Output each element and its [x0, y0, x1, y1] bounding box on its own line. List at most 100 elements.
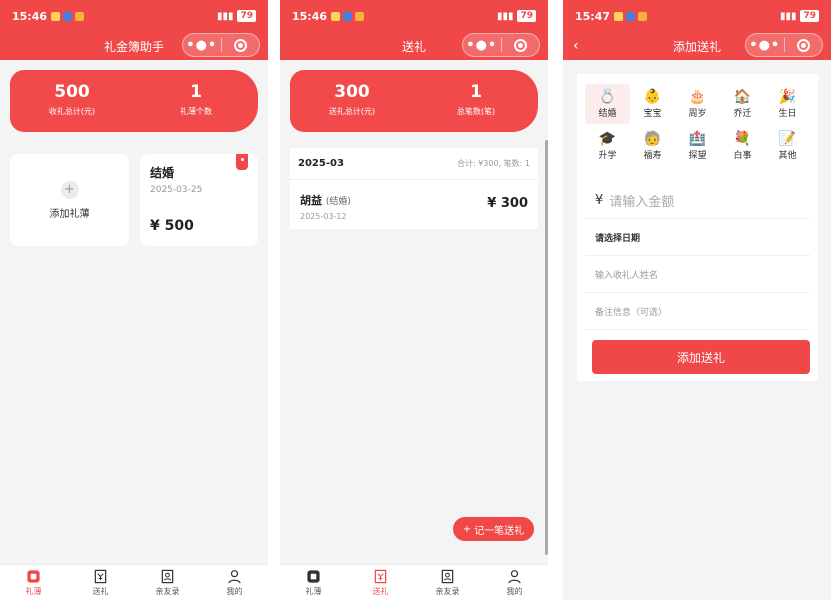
notification-icon: [343, 11, 353, 21]
date-label: 请选择日期: [595, 233, 641, 244]
submit-label: 添加送礼: [676, 350, 725, 365]
category-hospital[interactable]: 🏥 探望: [675, 126, 720, 166]
amount-input[interactable]: ¥ 请输入金额: [585, 182, 810, 219]
notification-icon: [614, 11, 624, 21]
status-time: 15:46: [12, 9, 48, 23]
elder-icon: 🧓: [643, 131, 662, 147]
category-label: 结婚: [598, 109, 617, 119]
flower-icon: 💐: [733, 131, 752, 147]
tab-profile[interactable]: 我的: [481, 565, 548, 600]
contacts-icon: [161, 569, 174, 584]
record-count-label: 总笔数(笔): [456, 107, 496, 116]
book-count-label: 礼薄个数: [180, 107, 212, 116]
status-bar: 15:47 ▮▮▮ 79: [563, 0, 831, 32]
target-icon: [233, 38, 247, 52]
category-label: 周岁: [688, 109, 707, 119]
category-party[interactable]: 🎉 生日: [765, 84, 810, 124]
add-gift-form: 💍 结婚 👶 宝宝 🎂 周岁 🏠 乔迁 🎉 生日 🎓 升学 🧓 福寿 🏥 探望 💐 白事 📝 其他 ¥ 请输入金额 请…: [577, 74, 818, 381]
month-header: 2025-03 合计: ¥300, 笔数: 1: [290, 148, 538, 180]
category-label: 升学: [598, 151, 617, 161]
received-total-label: 收礼总计(元): [48, 107, 96, 116]
category-graduation-cap[interactable]: 🎓 升学: [585, 126, 630, 166]
ring-icon: 💍: [598, 89, 617, 105]
screen-sent-gifts: 15:46 ▮▮▮ 79 送礼 •●• 300 送礼总计(元) 1 总笔数(笔)…: [280, 0, 548, 600]
mini-program-capsule: •●•: [462, 33, 540, 57]
sent-total-stat: 300 送礼总计(元): [290, 70, 414, 132]
tab-bar: 礼薄 送礼 亲友录 我的: [280, 564, 548, 600]
signal-icon: ▮▮▮: [496, 10, 514, 22]
status-time: 15:46: [292, 9, 328, 23]
target-icon: [513, 38, 527, 52]
add-sent-gift-button[interactable]: + 记一笔送礼: [453, 517, 534, 541]
recipient-name-input[interactable]: 输入收礼人姓名: [585, 256, 810, 293]
tab-gifts[interactable]: 送礼: [67, 565, 134, 600]
category-label: 白事: [733, 151, 752, 161]
contacts-icon: [441, 569, 454, 584]
hospital-icon: 🏥: [688, 131, 707, 147]
party-icon: 🎉: [778, 89, 797, 105]
more-icon[interactable]: •●•: [183, 38, 221, 53]
user-icon: [508, 570, 521, 584]
nav-bar: 礼金簿助手 •●•: [0, 32, 268, 60]
list-item[interactable]: 胡益 (结婚) 2025-03-12 ¥ 300: [290, 180, 538, 233]
tab-label: 我的: [506, 587, 523, 596]
book-amount: ¥ 500: [150, 218, 194, 234]
back-icon[interactable]: ‹: [573, 38, 579, 54]
close-mini-program-button[interactable]: [785, 38, 823, 52]
tab-books[interactable]: 礼薄: [280, 565, 347, 600]
category-flower[interactable]: 💐 白事: [720, 126, 765, 166]
category-elder[interactable]: 🧓 福寿: [630, 126, 675, 166]
category-ring[interactable]: 💍 结婚: [585, 84, 630, 124]
category-label: 其他: [778, 151, 797, 161]
tab-contacts[interactable]: 亲友录: [134, 565, 201, 600]
battery-icon: 79: [237, 10, 256, 22]
book-count-stat: 1 礼薄个数: [134, 70, 258, 132]
status-system-icons: ▮▮▮ 79: [780, 10, 819, 22]
tab-gifts[interactable]: 送礼: [347, 565, 414, 600]
more-icon[interactable]: •●•: [463, 38, 501, 53]
submit-add-gift-button[interactable]: 添加送礼: [592, 340, 810, 374]
close-mini-program-button[interactable]: [502, 38, 540, 52]
category-label: 乔迁: [733, 109, 752, 119]
tab-books[interactable]: 礼薄: [0, 565, 67, 600]
house-icon: 🏠: [733, 89, 752, 105]
tab-profile[interactable]: 我的: [201, 565, 268, 600]
book-date: 2025-03-25: [150, 185, 203, 195]
category-cake[interactable]: 🎂 周岁: [675, 84, 720, 124]
status-bar: 15:46 ▮▮▮ 79: [0, 0, 268, 32]
nav-bar: ‹ 添加送礼 •●•: [563, 32, 831, 60]
more-icon[interactable]: •●•: [746, 38, 784, 53]
category-baby[interactable]: 👶 宝宝: [630, 84, 675, 124]
tab-label: 礼薄: [305, 587, 322, 596]
gift-icon: [374, 569, 387, 584]
signal-icon: ▮▮▮: [216, 10, 234, 22]
note-input[interactable]: 备注信息（可选）: [585, 293, 810, 330]
add-sent-gift-label: 记一笔送礼: [474, 525, 525, 537]
book-card[interactable]: 结婚 2025-03-25 ¥ 500: [140, 154, 258, 246]
month-summary: 合计: ¥300, 笔数: 1: [456, 159, 530, 168]
category-house[interactable]: 🏠 乔迁: [720, 84, 765, 124]
record-amount: ¥ 300: [487, 196, 528, 211]
scrollbar[interactable]: [545, 140, 548, 555]
baby-icon: 👶: [643, 89, 662, 105]
add-book-button[interactable]: + 添加礼薄: [10, 154, 129, 246]
month-group: 2025-03 合计: ¥300, 笔数: 1 胡益 (结婚) 2025-03-…: [290, 148, 538, 229]
month-label: 2025-03: [298, 158, 344, 169]
date-picker[interactable]: 请选择日期: [585, 219, 810, 256]
received-total-stat: 500 收礼总计(元): [10, 70, 134, 132]
tab-contacts[interactable]: 亲友录: [414, 565, 481, 600]
occasion-tag: (结婚): [325, 197, 351, 207]
screen-add-sent-gift: 15:47 ▮▮▮ 79 ‹ 添加送礼 •●• 💍 结婚 👶 宝宝 🎂 周岁 🏠 乔迁 🎉 生日 🎓…: [563, 0, 831, 600]
notification-icon: [638, 11, 648, 21]
category-memo[interactable]: 📝 其他: [765, 126, 810, 166]
close-mini-program-button[interactable]: [222, 38, 260, 52]
tab-label: 我的: [226, 587, 243, 596]
recipient-name-placeholder: 输入收礼人姓名: [595, 270, 659, 281]
battery-icon: 79: [800, 10, 819, 22]
memo-icon: 📝: [778, 131, 797, 147]
book-count-value: 1: [190, 82, 202, 102]
status-app-icons: [331, 11, 365, 21]
user-icon: [228, 570, 241, 584]
received-total-value: 500: [54, 82, 90, 102]
amount-placeholder: 请输入金额: [609, 194, 675, 210]
